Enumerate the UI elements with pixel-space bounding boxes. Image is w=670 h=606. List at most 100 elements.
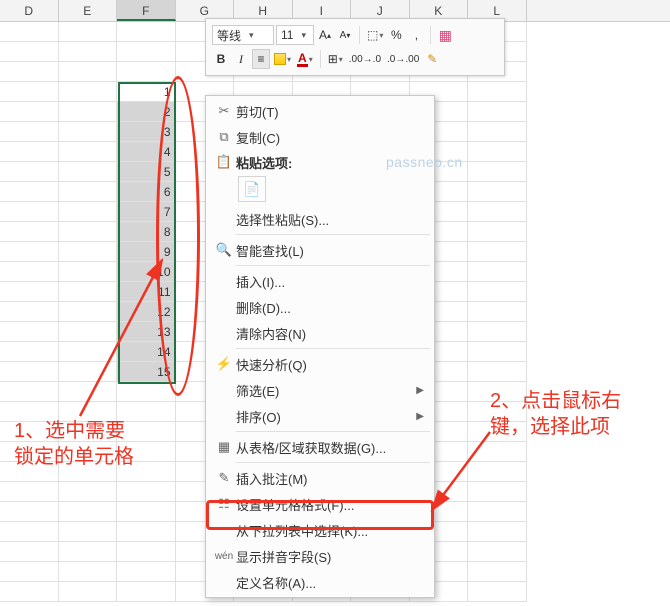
cell[interactable] — [117, 22, 176, 42]
cond-format-button[interactable]: ▦ — [436, 25, 454, 45]
cell[interactable] — [59, 102, 118, 122]
cell[interactable] — [59, 262, 118, 282]
cell[interactable]: 8 — [117, 222, 176, 242]
cell[interactable] — [59, 302, 118, 322]
number-format-button[interactable]: ⬚▾ — [365, 25, 385, 45]
cell[interactable] — [0, 482, 59, 502]
menu-smart-lookup[interactable]: 🔍 智能查找(L) — [206, 237, 434, 263]
menu-insert[interactable]: 插入(I)... — [206, 268, 434, 294]
cell[interactable] — [468, 162, 527, 182]
menu-cut[interactable]: ✂ 剪切(T) — [206, 98, 434, 124]
col-header-d[interactable]: D — [0, 0, 59, 21]
cell[interactable] — [468, 342, 527, 362]
paste-option-button[interactable]: 📄 — [238, 176, 266, 202]
thousands-button[interactable]: , — [407, 25, 425, 45]
cell[interactable] — [0, 582, 59, 602]
cell[interactable] — [0, 462, 59, 482]
cell[interactable]: 5 — [117, 162, 176, 182]
cell[interactable] — [0, 242, 59, 262]
cell[interactable] — [59, 422, 118, 442]
cell[interactable] — [468, 502, 527, 522]
cell[interactable] — [59, 122, 118, 142]
cell[interactable]: 4 — [117, 142, 176, 162]
cell[interactable] — [59, 582, 118, 602]
cell[interactable] — [59, 282, 118, 302]
cell[interactable] — [59, 162, 118, 182]
cell[interactable] — [468, 582, 527, 602]
cell[interactable] — [59, 242, 118, 262]
cell[interactable] — [0, 182, 59, 202]
col-header-e[interactable]: E — [59, 0, 118, 21]
menu-show-pinyin[interactable]: wén 显示拼音字段(S) — [206, 543, 434, 569]
cell[interactable] — [59, 502, 118, 522]
menu-copy[interactable]: ⧉ 复制(C) — [206, 124, 434, 150]
cell[interactable] — [59, 462, 118, 482]
cell[interactable] — [117, 562, 176, 582]
cell[interactable] — [468, 422, 527, 442]
menu-paste-special[interactable]: 选择性粘贴(S)... — [206, 206, 434, 232]
cell[interactable] — [117, 382, 176, 402]
cell[interactable] — [59, 142, 118, 162]
cell[interactable]: 3 — [117, 122, 176, 142]
cell[interactable] — [0, 42, 59, 62]
cell[interactable] — [0, 202, 59, 222]
cell[interactable] — [0, 562, 59, 582]
cell[interactable] — [468, 302, 527, 322]
bold-button[interactable]: B — [212, 49, 230, 69]
cell[interactable] — [0, 502, 59, 522]
cell[interactable] — [0, 342, 59, 362]
cell[interactable] — [59, 342, 118, 362]
cell[interactable]: 7 — [117, 202, 176, 222]
cell[interactable]: 11 — [117, 282, 176, 302]
cell[interactable] — [117, 402, 176, 422]
menu-define-name[interactable]: 定义名称(A)... — [206, 569, 434, 595]
cell[interactable] — [0, 382, 59, 402]
border-button[interactable]: ⊞▾ — [326, 49, 345, 69]
cell[interactable] — [468, 122, 527, 142]
cell[interactable] — [468, 102, 527, 122]
cell[interactable] — [59, 182, 118, 202]
cell[interactable] — [0, 422, 59, 442]
cell[interactable] — [0, 142, 59, 162]
cell[interactable] — [117, 502, 176, 522]
cell[interactable]: 2 — [117, 102, 176, 122]
cell[interactable] — [59, 522, 118, 542]
cell[interactable] — [117, 62, 176, 82]
cell[interactable] — [117, 582, 176, 602]
cell[interactable] — [117, 42, 176, 62]
cell[interactable] — [59, 22, 118, 42]
cell[interactable]: 10 — [117, 262, 176, 282]
cell[interactable] — [0, 282, 59, 302]
font-color-button[interactable]: A▾ — [295, 49, 315, 69]
font-size-combo[interactable]: 11▾ — [276, 25, 314, 45]
decrease-font-button[interactable]: A▾ — [336, 25, 354, 45]
cell[interactable] — [117, 542, 176, 562]
cell[interactable] — [117, 442, 176, 462]
fill-color-button[interactable]: ▾ — [272, 49, 293, 69]
cell[interactable] — [59, 82, 118, 102]
cell[interactable] — [468, 522, 527, 542]
decrease-decimal-button[interactable]: .00→.0 — [347, 49, 383, 69]
cell[interactable] — [468, 542, 527, 562]
cell[interactable] — [59, 322, 118, 342]
menu-pick-from-list[interactable]: 从下拉列表中选择(K)... — [206, 517, 434, 543]
cell[interactable] — [0, 402, 59, 422]
menu-filter[interactable]: 筛选(E) ▶ — [206, 377, 434, 403]
cell[interactable] — [59, 222, 118, 242]
cell[interactable] — [468, 322, 527, 342]
italic-button[interactable]: I — [232, 49, 250, 69]
cell[interactable] — [0, 522, 59, 542]
cell[interactable] — [59, 202, 118, 222]
cell[interactable] — [0, 442, 59, 462]
cell[interactable] — [0, 262, 59, 282]
cell[interactable] — [468, 362, 527, 382]
align-button[interactable]: ≡ — [252, 49, 270, 69]
menu-get-from-table[interactable]: ▦ 从表格/区域获取数据(G)... — [206, 434, 434, 460]
menu-clear[interactable]: 清除内容(N) — [206, 320, 434, 346]
cell[interactable] — [468, 182, 527, 202]
cell[interactable] — [0, 162, 59, 182]
format-painter-button[interactable]: ✎ — [423, 49, 441, 69]
cell[interactable] — [117, 522, 176, 542]
cell[interactable] — [0, 82, 59, 102]
font-name-combo[interactable]: 等线▾ — [212, 25, 274, 45]
